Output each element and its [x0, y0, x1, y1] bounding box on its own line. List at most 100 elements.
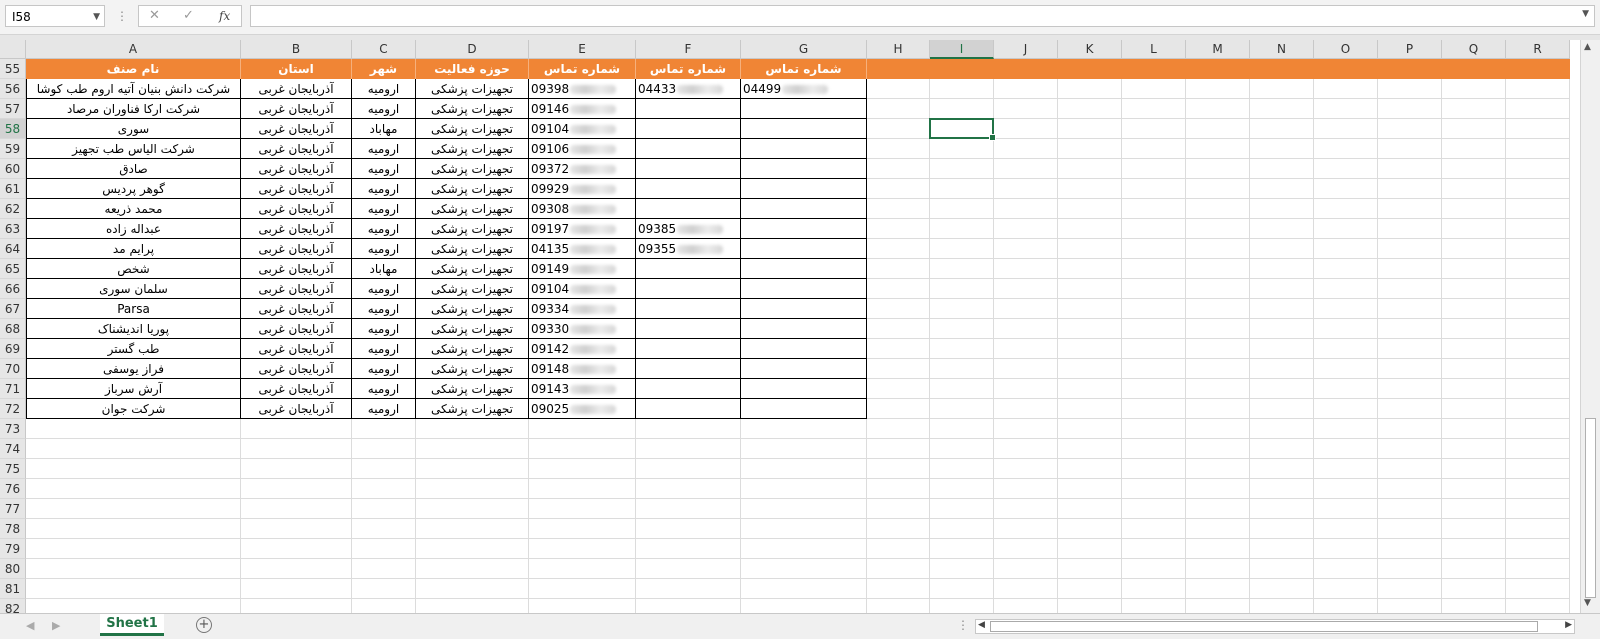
table-cell[interactable]: آذربایجان غربی — [241, 159, 352, 179]
row-header-57[interactable]: 57 — [0, 99, 26, 119]
row-header-74[interactable]: 74 — [0, 439, 26, 459]
table-cell[interactable]: تجهیزات پزشکی — [416, 119, 529, 139]
table-cell[interactable]: تجهیزات پزشکی — [416, 259, 529, 279]
table-cell[interactable]: ارومیه — [352, 159, 416, 179]
table-cell[interactable]: آذربایجان غربی — [241, 379, 352, 399]
table-cell[interactable]: محمد ذریعه — [26, 199, 241, 219]
column-header-e[interactable]: E — [529, 40, 636, 59]
phone-cell[interactable] — [636, 339, 741, 359]
table-cell[interactable]: شرکت دانش بنیان آتیه اروم طب کوشا — [26, 79, 241, 99]
table-cell[interactable]: آذربایجان غربی — [241, 359, 352, 379]
row-header-82[interactable]: 82 — [0, 599, 26, 613]
name-box[interactable]: I58 ▼ — [5, 5, 105, 27]
phone-cell[interactable] — [636, 159, 741, 179]
column-header-n[interactable]: N — [1250, 40, 1314, 59]
row-header-60[interactable]: 60 — [0, 159, 26, 179]
table-cell[interactable]: مهاباد — [352, 259, 416, 279]
row-header-81[interactable]: 81 — [0, 579, 26, 599]
expand-formula-icon[interactable]: ▼ — [1582, 9, 1589, 19]
phone-cell[interactable] — [636, 399, 741, 419]
table-cell[interactable]: ارومیه — [352, 239, 416, 259]
phone-cell[interactable] — [636, 139, 741, 159]
phone-cell[interactable]: 09385 — [636, 219, 741, 239]
row-header-70[interactable]: 70 — [0, 359, 26, 379]
header-cell[interactable]: شهر — [352, 59, 416, 79]
table-cell[interactable]: طب گستر — [26, 339, 241, 359]
phone-cell[interactable] — [741, 279, 867, 299]
phone-cell[interactable] — [636, 99, 741, 119]
table-cell[interactable]: ارومیه — [352, 219, 416, 239]
row-header-78[interactable]: 78 — [0, 519, 26, 539]
column-header-k[interactable]: K — [1058, 40, 1122, 59]
header-cell[interactable]: شماره تماس — [529, 59, 636, 79]
phone-cell[interactable] — [741, 219, 867, 239]
phone-cell[interactable] — [741, 319, 867, 339]
row-header-80[interactable]: 80 — [0, 559, 26, 579]
table-cell[interactable]: تجهیزات پزشکی — [416, 399, 529, 419]
spreadsheet-grid[interactable]: A B C D E F G H I J K L M N O P Q R 55 56 57 58 59 60 61 62 63 64 65… — [0, 40, 1580, 613]
table-cell[interactable]: تجهیزات پزشکی — [416, 299, 529, 319]
table-cell[interactable]: ارومیه — [352, 339, 416, 359]
table-cell[interactable]: ارومیه — [352, 379, 416, 399]
chevron-down-icon[interactable]: ▼ — [93, 6, 100, 28]
column-header-j[interactable]: J — [994, 40, 1058, 59]
header-cell[interactable]: استان — [241, 59, 352, 79]
table-cell[interactable]: تجهیزات پزشکی — [416, 159, 529, 179]
table-cell[interactable]: آذربایجان غربی — [241, 399, 352, 419]
phone-cell[interactable]: 09148 — [529, 359, 636, 379]
table-cell[interactable]: شرکت ارکا فناوران مرصاد — [26, 99, 241, 119]
table-cell[interactable]: آذربایجان غربی — [241, 279, 352, 299]
phone-cell[interactable] — [741, 199, 867, 219]
horizontal-scroll-thumb[interactable] — [990, 621, 1538, 632]
table-cell[interactable]: تجهیزات پزشکی — [416, 319, 529, 339]
scroll-left-icon[interactable]: ◀ — [978, 620, 985, 630]
phone-cell[interactable] — [636, 199, 741, 219]
phone-cell[interactable]: 09330 — [529, 319, 636, 339]
add-sheet-icon[interactable]: + — [196, 617, 212, 633]
phone-cell[interactable]: 09146 — [529, 99, 636, 119]
table-cell[interactable]: آذربایجان غربی — [241, 319, 352, 339]
row-header-71[interactable]: 71 — [0, 379, 26, 399]
phone-cell[interactable]: 09149 — [529, 259, 636, 279]
column-header-f[interactable]: F — [636, 40, 741, 59]
formula-input[interactable]: ▼ — [250, 5, 1595, 27]
table-cell[interactable]: تجهیزات پزشکی — [416, 339, 529, 359]
table-cell[interactable]: ارومیه — [352, 279, 416, 299]
split-handle-icon[interactable]: ⋮ — [957, 618, 969, 632]
phone-cell[interactable] — [741, 119, 867, 139]
table-cell[interactable]: آذربایجان غربی — [241, 79, 352, 99]
row-header-72[interactable]: 72 — [0, 399, 26, 419]
table-cell[interactable]: گوهر پردیس — [26, 179, 241, 199]
table-cell[interactable]: تجهیزات پزشکی — [416, 239, 529, 259]
phone-cell[interactable] — [636, 299, 741, 319]
scroll-up-icon[interactable]: ▲ — [1584, 42, 1591, 52]
column-header-g[interactable]: G — [741, 40, 867, 59]
phone-cell[interactable]: 09355 — [636, 239, 741, 259]
table-cell[interactable]: آذربایجان غربی — [241, 339, 352, 359]
row-header-69[interactable]: 69 — [0, 339, 26, 359]
phone-cell[interactable] — [741, 239, 867, 259]
vertical-scrollbar[interactable]: ▲ ▼ — [1580, 40, 1600, 613]
table-cell[interactable]: Parsa — [26, 299, 241, 319]
table-cell[interactable]: ارومیه — [352, 199, 416, 219]
table-cell[interactable]: آذربایجان غربی — [241, 179, 352, 199]
phone-cell[interactable]: 04135 — [529, 239, 636, 259]
phone-cell[interactable]: 09104 — [529, 119, 636, 139]
table-cell[interactable]: آرش سرباز — [26, 379, 241, 399]
table-cell[interactable]: شخص — [26, 259, 241, 279]
table-cell[interactable]: ارومیه — [352, 99, 416, 119]
column-header-a[interactable]: A — [26, 40, 241, 59]
phone-cell[interactable] — [636, 279, 741, 299]
column-header-b[interactable]: B — [241, 40, 352, 59]
header-cell[interactable]: شماره تماس — [636, 59, 741, 79]
table-cell[interactable]: شرکت جوان — [26, 399, 241, 419]
row-header-59[interactable]: 59 — [0, 139, 26, 159]
phone-cell[interactable]: 09143 — [529, 379, 636, 399]
table-cell[interactable]: عبداله زاده — [26, 219, 241, 239]
table-cell[interactable]: تجهیزات پزشکی — [416, 139, 529, 159]
phone-cell[interactable] — [636, 319, 741, 339]
phone-cell[interactable]: 09025 — [529, 399, 636, 419]
table-cell[interactable]: مهاباد — [352, 119, 416, 139]
phone-cell[interactable]: 09197 — [529, 219, 636, 239]
column-header-r[interactable]: R — [1506, 40, 1570, 59]
